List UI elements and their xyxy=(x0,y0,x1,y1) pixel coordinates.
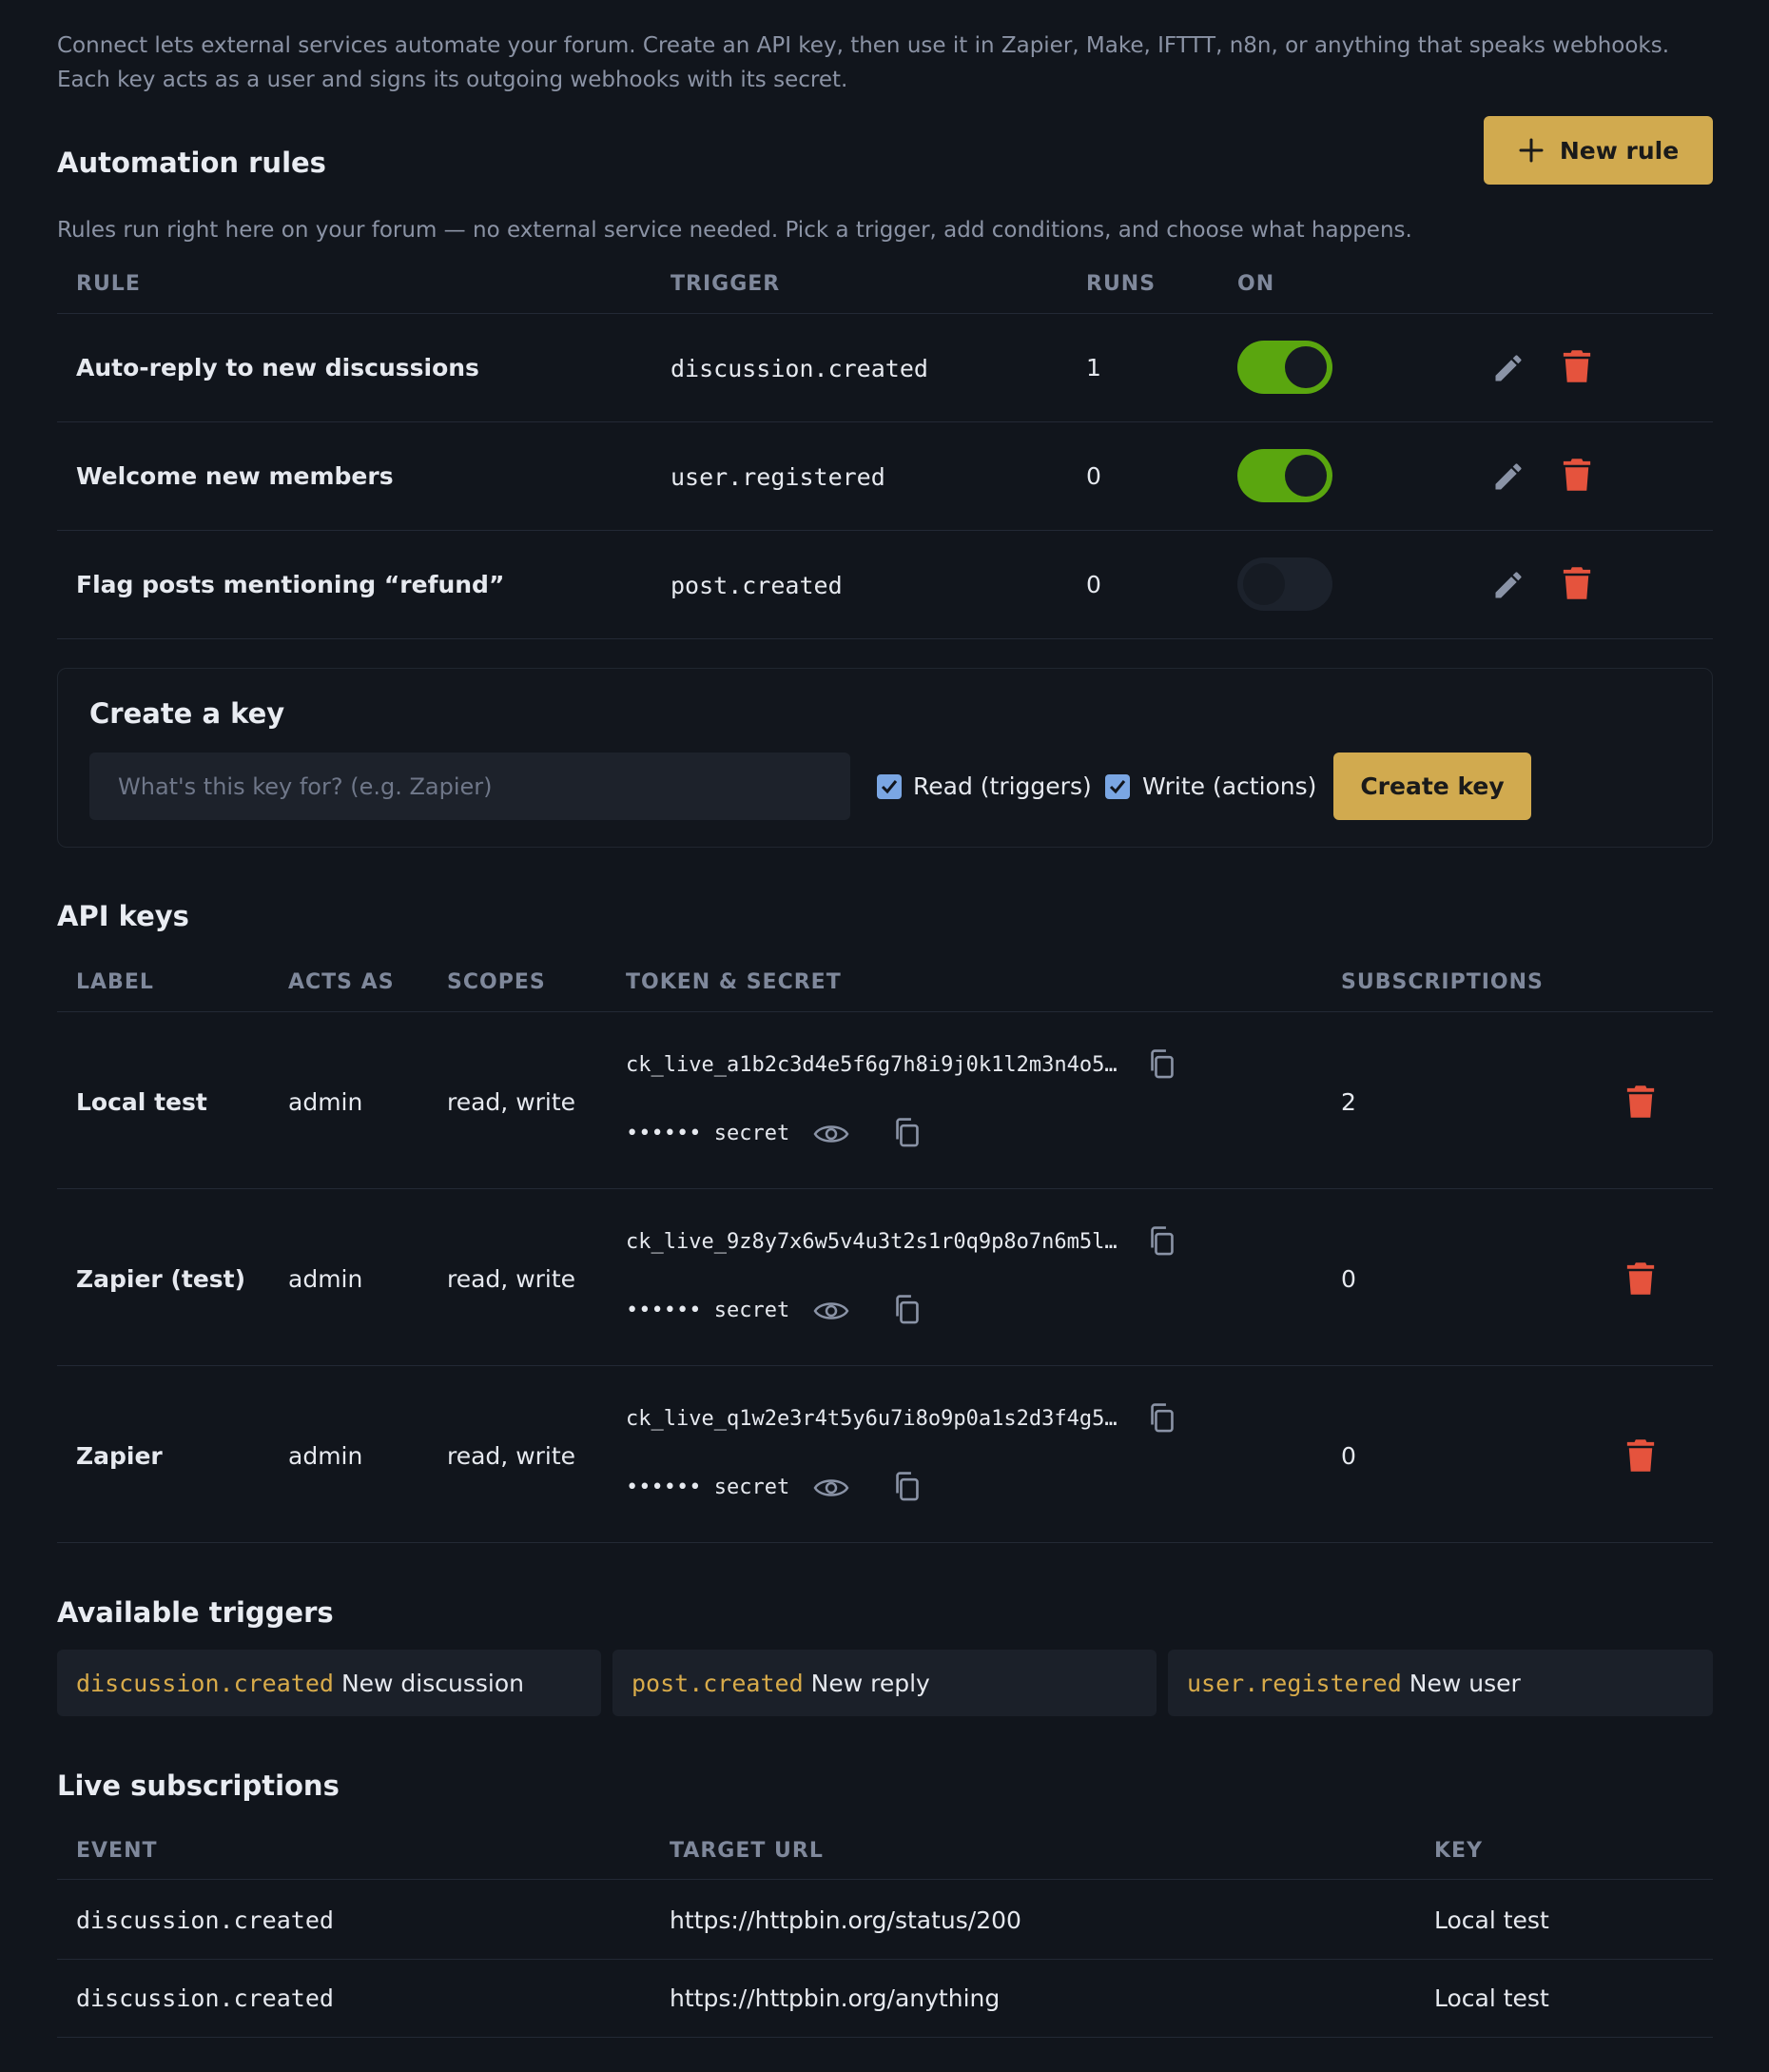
trash-icon[interactable] xyxy=(1562,349,1592,383)
rule-name: Flag posts mentioning “refund” xyxy=(76,571,505,598)
rules-subtitle: Rules run right here on your forum — no … xyxy=(57,218,1412,243)
pencil-icon[interactable] xyxy=(1491,351,1526,385)
key-secret-mask: •••••• secret xyxy=(626,1299,790,1322)
key-label: Local test xyxy=(76,1088,207,1116)
trigger-label: New user xyxy=(1409,1669,1521,1697)
key-scopes: read, write xyxy=(447,1088,576,1116)
key-acts-as: admin xyxy=(288,1442,363,1470)
pencil-icon[interactable] xyxy=(1491,568,1526,602)
col-runs: RUNS xyxy=(1086,272,1157,296)
rule-runs: 0 xyxy=(1086,571,1101,598)
key-acts-as: admin xyxy=(288,1265,363,1293)
trigger-card: user.registered New user xyxy=(1168,1650,1713,1716)
read-checkbox[interactable] xyxy=(877,774,902,799)
copy-icon[interactable] xyxy=(892,1294,923,1330)
rule-runs: 1 xyxy=(1086,354,1101,381)
check-icon xyxy=(1109,780,1126,794)
live-subscriptions-title: Live subscriptions xyxy=(57,1769,340,1802)
col-on: ON xyxy=(1237,272,1275,296)
col-token-secret: TOKEN & SECRET xyxy=(626,970,842,994)
copy-icon[interactable] xyxy=(892,1117,923,1153)
eye-icon[interactable] xyxy=(813,1120,849,1152)
sub-event: discussion.created xyxy=(76,1906,334,1934)
col-acts-as: ACTS AS xyxy=(288,970,395,994)
key-scopes: read, write xyxy=(447,1265,576,1293)
copy-icon[interactable] xyxy=(892,1471,923,1507)
rule-name: Auto-reply to new discussions xyxy=(76,354,479,381)
write-label: Write (actions) xyxy=(1142,772,1317,800)
trash-icon[interactable] xyxy=(1562,566,1592,600)
check-icon xyxy=(881,780,898,794)
rule-name: Welcome new members xyxy=(76,462,394,490)
key-subscriptions: 0 xyxy=(1341,1442,1356,1470)
create-key-button[interactable]: Create key xyxy=(1333,753,1531,820)
sub-key: Local test xyxy=(1434,1906,1549,1934)
trigger-card: post.created New reply xyxy=(612,1650,1157,1716)
copy-icon[interactable] xyxy=(1147,1225,1177,1261)
trigger-label: New reply xyxy=(810,1669,930,1697)
key-subscriptions: 0 xyxy=(1341,1265,1356,1293)
col-trigger: TRIGGER xyxy=(671,272,781,296)
key-acts-as: admin xyxy=(288,1088,363,1116)
col-event: EVENT xyxy=(76,1839,158,1863)
eye-icon[interactable] xyxy=(813,1297,849,1329)
intro-text: Connect lets external services automate … xyxy=(57,33,1670,92)
rule-trigger: user.registered xyxy=(671,463,885,491)
create-key-title: Create a key xyxy=(89,697,285,730)
col-label: LABEL xyxy=(76,970,154,994)
trigger-card: discussion.created New discussion xyxy=(57,1650,601,1716)
trigger-code: post.created xyxy=(632,1669,804,1697)
trash-icon[interactable] xyxy=(1625,1261,1656,1300)
available-triggers-title: Available triggers xyxy=(57,1596,334,1629)
trash-icon[interactable] xyxy=(1562,458,1592,492)
col-subscriptions: SUBSCRIPTIONS xyxy=(1341,970,1544,994)
sub-url: https://httpbin.org/status/200 xyxy=(670,1906,1021,1934)
key-label-input[interactable] xyxy=(89,753,850,820)
rule-runs: 0 xyxy=(1086,462,1101,490)
trash-icon[interactable] xyxy=(1625,1085,1656,1123)
api-keys-title: API keys xyxy=(57,900,189,932)
rule-toggle[interactable] xyxy=(1237,449,1332,502)
new-rule-button[interactable]: New rule xyxy=(1484,116,1713,185)
key-secret-mask: •••••• secret xyxy=(626,1122,790,1145)
copy-icon[interactable] xyxy=(1147,1048,1177,1085)
trigger-code: discussion.created xyxy=(76,1669,334,1697)
key-token: ck_live_9z8y7x6w5v4u3t2s1r0q9p8o7n6m5l… xyxy=(626,1230,1118,1254)
key-subscriptions: 2 xyxy=(1341,1088,1356,1116)
key-label: Zapier (test) xyxy=(76,1265,246,1293)
automation-rules-title: Automation rules xyxy=(57,147,326,179)
rule-trigger: post.created xyxy=(671,572,843,599)
sub-key: Local test xyxy=(1434,1984,1549,2012)
col-key: KEY xyxy=(1434,1839,1484,1863)
plus-icon xyxy=(1519,138,1544,163)
key-label: Zapier xyxy=(76,1442,163,1470)
trash-icon[interactable] xyxy=(1625,1438,1656,1476)
rule-toggle[interactable] xyxy=(1237,341,1332,394)
rule-trigger: discussion.created xyxy=(671,355,928,382)
read-label: Read (triggers) xyxy=(913,772,1092,800)
new-rule-label: New rule xyxy=(1559,136,1680,165)
trigger-code: user.registered xyxy=(1187,1669,1402,1697)
key-token: ck_live_q1w2e3r4t5y6u7i8o9p0a1s2d3f4g5… xyxy=(626,1407,1118,1431)
copy-icon[interactable] xyxy=(1147,1402,1177,1438)
col-target-url: TARGET URL xyxy=(670,1839,824,1863)
col-scopes: SCOPES xyxy=(447,970,546,994)
sub-event: discussion.created xyxy=(76,1984,334,2012)
pencil-icon[interactable] xyxy=(1491,459,1526,494)
sub-url: https://httpbin.org/anything xyxy=(670,1984,1001,2012)
key-scopes: read, write xyxy=(447,1442,576,1470)
eye-icon[interactable] xyxy=(813,1474,849,1506)
rule-toggle[interactable] xyxy=(1237,557,1332,611)
write-checkbox[interactable] xyxy=(1105,774,1130,799)
key-secret-mask: •••••• secret xyxy=(626,1476,790,1499)
trigger-label: New discussion xyxy=(340,1669,524,1697)
key-token: ck_live_a1b2c3d4e5f6g7h8i9j0k1l2m3n4o5… xyxy=(626,1053,1118,1077)
col-rule: RULE xyxy=(76,272,141,296)
